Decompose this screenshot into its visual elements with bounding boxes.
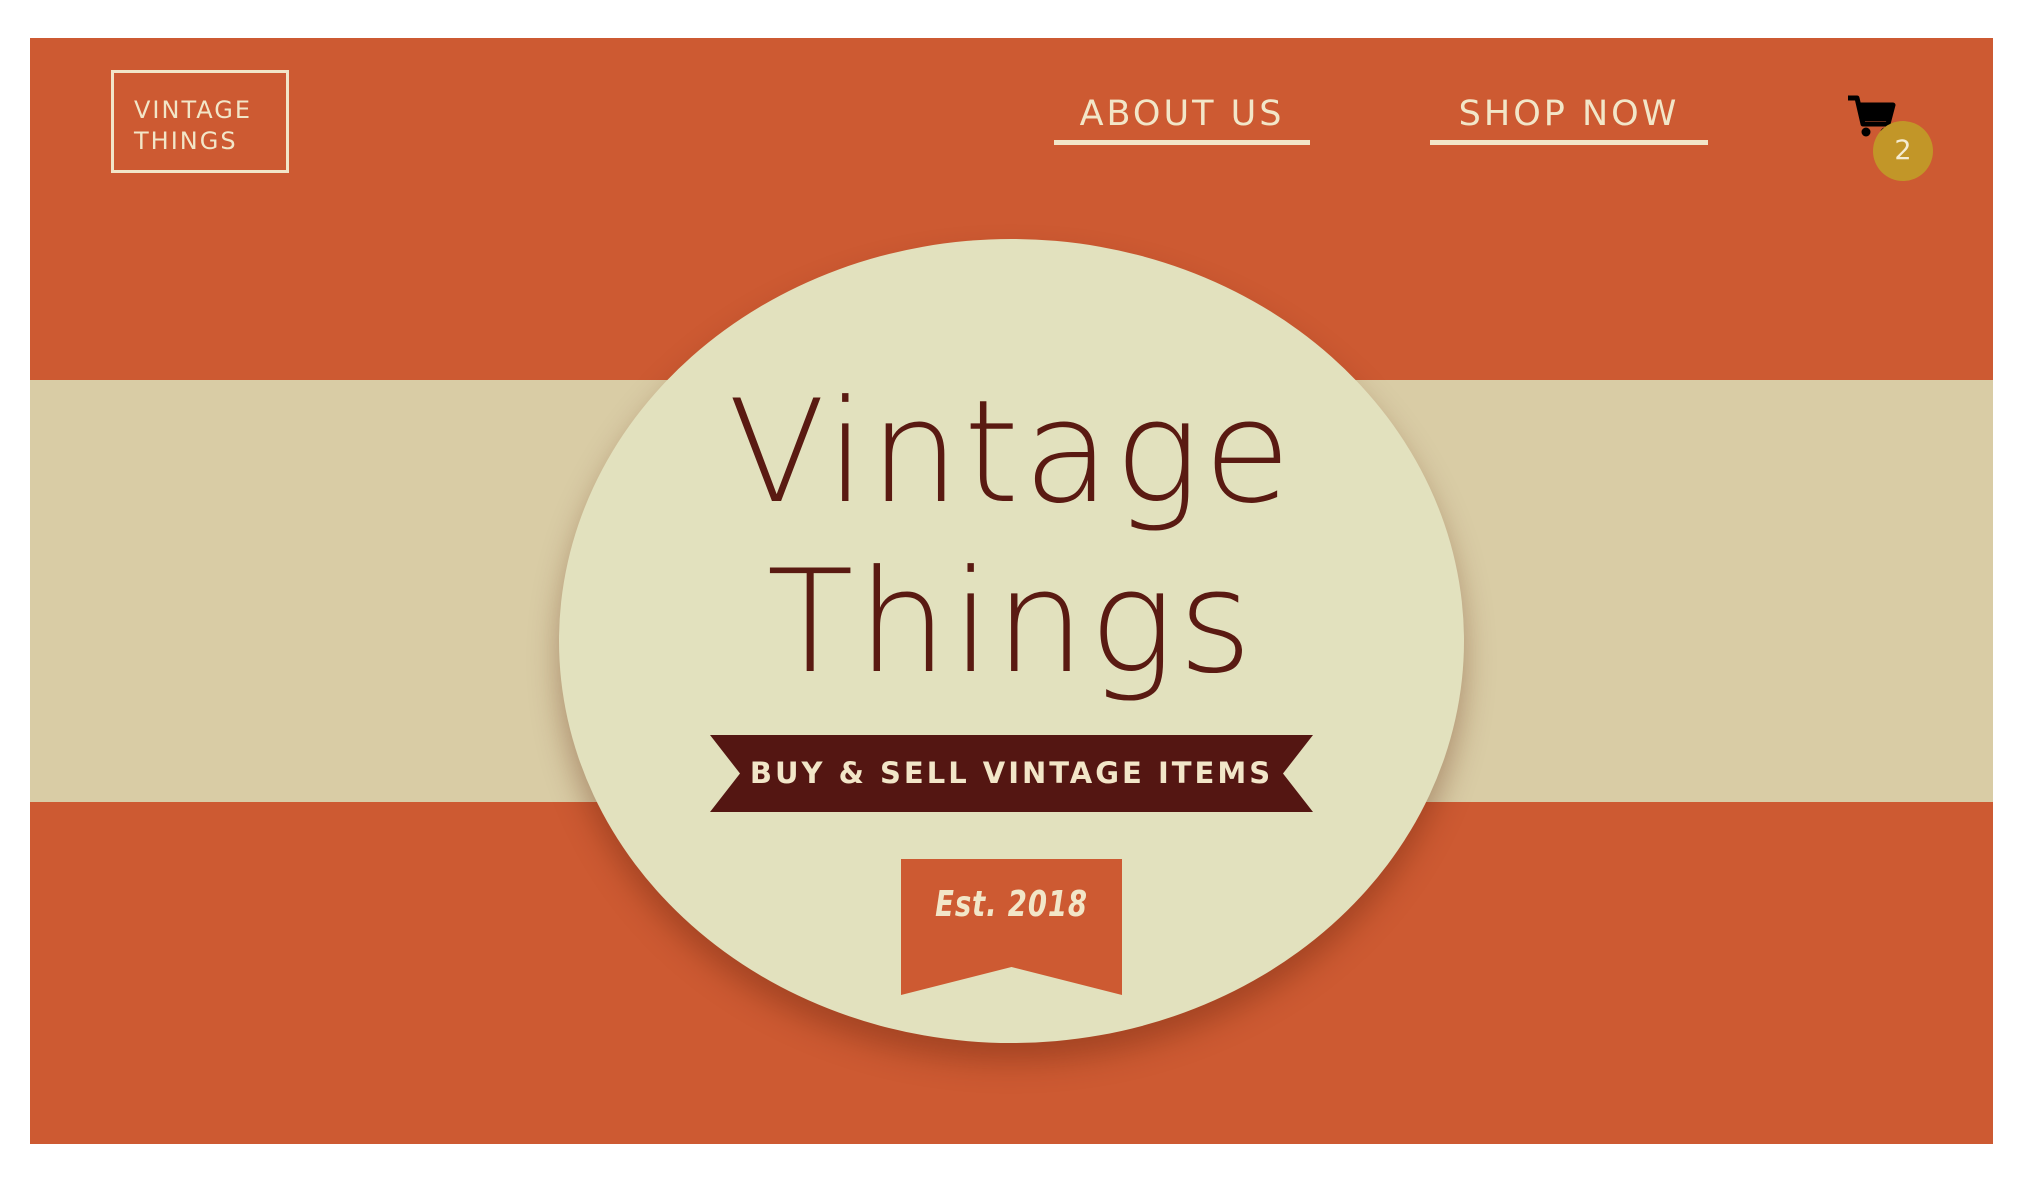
nav-shop-link[interactable]: SHOP NOW xyxy=(1430,94,1708,145)
hero-title-line-1: Vintage xyxy=(728,370,1295,535)
established-text: Est. 2018 xyxy=(935,884,1088,925)
established-banner xyxy=(901,859,1122,995)
site-logo[interactable]: VINTAGE THINGS xyxy=(111,70,289,173)
nav-about-link[interactable]: ABOUT US xyxy=(1054,94,1310,145)
logo-line-2: THINGS xyxy=(134,127,238,155)
cart-count-badge: 2 xyxy=(1873,121,1933,181)
hero-title: Vintage Things xyxy=(559,368,1464,708)
logo-line-1: VINTAGE xyxy=(134,96,253,124)
hero-title-line-2: Things xyxy=(766,540,1257,705)
hero-section: VINTAGE THINGS ABOUT US SHOP NOW 2 Vinta… xyxy=(30,38,1993,1144)
tagline-text: BUY & SELL VINTAGE ITEMS xyxy=(749,756,1274,790)
